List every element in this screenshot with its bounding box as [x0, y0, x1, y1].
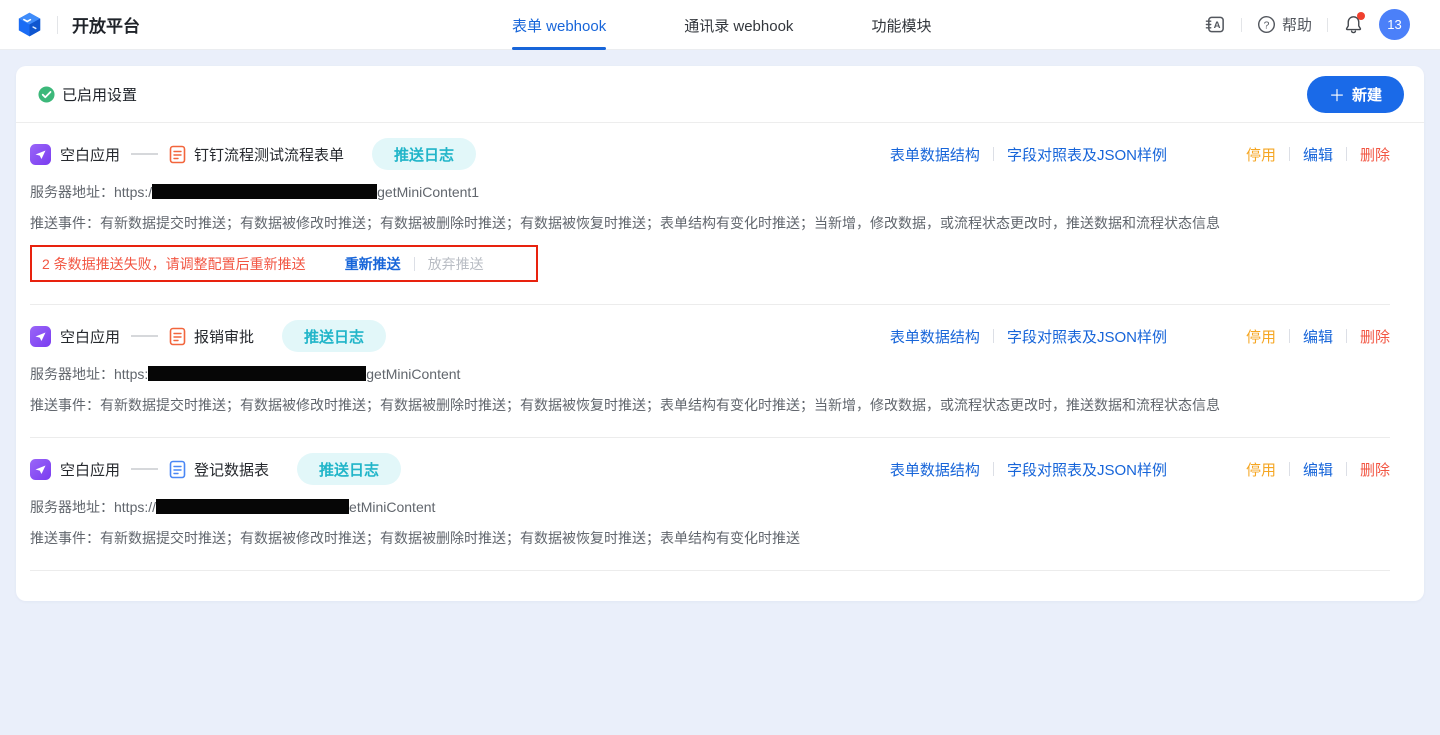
top-navigation-bar: 开放平台 表单 webhook 通讯录 webhook 功能模块 A ? 帮助	[0, 0, 1440, 50]
delete-link[interactable]: 删除	[1360, 326, 1390, 347]
tab-function-modules[interactable]: 功能模块	[871, 0, 931, 50]
app-icon	[30, 459, 51, 480]
redacted-url-bar	[148, 366, 366, 381]
retry-push-link[interactable]: 重新推送	[345, 254, 401, 274]
push-failure-message: 2 条数据推送失败，请调整配置后重新推送	[42, 254, 306, 274]
disable-link[interactable]: 停用	[1246, 459, 1276, 480]
disable-link[interactable]: 停用	[1246, 326, 1276, 347]
help-label: 帮助	[1282, 14, 1312, 35]
svg-text:A: A	[1214, 20, 1221, 31]
redacted-url-bar	[152, 184, 377, 199]
field-mapping-json-link[interactable]: 字段对照表及JSON样例	[1007, 144, 1167, 165]
disable-link[interactable]: 停用	[1246, 144, 1276, 165]
action-divider	[1346, 147, 1347, 161]
process-form-icon	[169, 327, 186, 346]
link-divider	[993, 462, 994, 476]
field-mapping-json-link[interactable]: 字段对照表及JSON样例	[1007, 326, 1167, 347]
help-button[interactable]: ? 帮助	[1257, 14, 1312, 35]
page-title: 开放平台	[72, 12, 140, 37]
push-failure-alert: 2 条数据推送失败，请调整配置后重新推送 重新推送 放弃推送	[30, 245, 538, 282]
connector-line	[131, 468, 158, 470]
tab-label: 表单 webhook	[512, 15, 606, 36]
enabled-settings-card: 已启用设置 ＋ 新建	[16, 66, 1424, 601]
push-log-button[interactable]: 推送日志	[372, 138, 476, 170]
form-name: 钉钉流程测试流程表单	[194, 144, 344, 165]
process-form-icon	[169, 145, 186, 164]
app-name: 空白应用	[60, 459, 120, 480]
link-divider	[993, 329, 994, 343]
topbar-actions: A ? 帮助 13	[1205, 9, 1410, 40]
edit-link[interactable]: 编辑	[1303, 326, 1333, 347]
server-address-prefix: 服务器地址：https:	[30, 366, 148, 382]
server-address-row: 服务器地址：https: getMiniContent	[30, 364, 1390, 384]
form-data-structure-link[interactable]: 表单数据结构	[890, 326, 980, 347]
app-name: 空白应用	[60, 326, 120, 347]
delete-link[interactable]: 删除	[1360, 459, 1390, 480]
server-address-suffix: etMiniContent	[349, 499, 435, 515]
server-address-row: 服务器地址：https:/ getMiniContent1	[30, 182, 1390, 202]
action-divider	[1289, 329, 1290, 343]
avatar-badge[interactable]: 13	[1379, 9, 1410, 40]
webhook-entry: 空白应用 钉钉流程测试流程表单 推送日志 表单数据结构	[30, 123, 1390, 305]
redacted-url-bar	[156, 499, 349, 514]
create-new-button[interactable]: ＋ 新建	[1307, 76, 1404, 113]
notification-dot	[1357, 12, 1365, 20]
panel-title: 已启用设置	[62, 84, 137, 105]
push-events-row: 推送事件：有新数据提交时推送；有数据被修改时推送；有数据被删除时推送；有数据被恢…	[30, 395, 1390, 415]
action-divider	[1346, 462, 1347, 476]
delete-link[interactable]: 删除	[1360, 144, 1390, 165]
push-log-button[interactable]: 推送日志	[282, 320, 386, 352]
server-address-prefix: 服务器地址：https:/	[30, 184, 152, 200]
tab-label: 通讯录 webhook	[684, 15, 793, 36]
topbar-divider	[1241, 18, 1242, 32]
field-mapping-json-link[interactable]: 字段对照表及JSON样例	[1007, 459, 1167, 480]
create-new-label: 新建	[1352, 84, 1382, 105]
tab-label: 功能模块	[871, 15, 931, 36]
connector-line	[131, 335, 158, 337]
translate-icon[interactable]: A	[1205, 14, 1226, 35]
alert-divider	[414, 257, 415, 271]
form-data-structure-link[interactable]: 表单数据结构	[890, 459, 980, 480]
svg-text:?: ?	[1264, 20, 1270, 31]
app-name: 空白应用	[60, 144, 120, 165]
brand: 开放平台	[16, 11, 140, 38]
form-data-structure-link[interactable]: 表单数据结构	[890, 144, 980, 165]
app-icon	[30, 326, 51, 347]
push-events-row: 推送事件：有新数据提交时推送；有数据被修改时推送；有数据被删除时推送；有数据被恢…	[30, 213, 1390, 233]
topbar-divider	[1327, 18, 1328, 32]
link-divider	[993, 147, 994, 161]
webhook-entry: 空白应用 登记数据表 推送日志 表单数据结构	[30, 438, 1390, 571]
push-log-button[interactable]: 推送日志	[297, 453, 401, 485]
edit-link[interactable]: 编辑	[1303, 459, 1333, 480]
abandon-push-link[interactable]: 放弃推送	[428, 254, 484, 274]
form-name: 报销审批	[194, 326, 254, 347]
enabled-check-icon	[38, 86, 55, 103]
action-divider	[1289, 462, 1290, 476]
form-name: 登记数据表	[194, 459, 269, 480]
cube-logo-icon	[16, 11, 43, 38]
tab-form-webhook[interactable]: 表单 webhook	[512, 0, 606, 50]
server-address-row: 服务器地址：https:// etMiniContent	[30, 497, 1390, 517]
server-address-suffix: getMiniContent	[366, 366, 460, 382]
data-table-icon	[169, 460, 186, 479]
page-body: 已启用设置 ＋ 新建	[0, 50, 1440, 617]
app-icon	[30, 144, 51, 165]
primary-tabs: 表单 webhook 通讯录 webhook 功能模块	[512, 0, 931, 50]
plus-icon: ＋	[1329, 82, 1345, 106]
action-divider	[1289, 147, 1290, 161]
server-address-suffix: getMiniContent1	[377, 184, 479, 200]
brand-divider	[57, 16, 58, 34]
webhook-entry: 空白应用 报销审批 推送日志 表单数据结构	[30, 305, 1390, 438]
question-icon: ?	[1257, 15, 1276, 34]
notification-bell-icon[interactable]	[1343, 14, 1364, 35]
webhook-entry-list: 空白应用 钉钉流程测试流程表单 推送日志 表单数据结构	[16, 123, 1424, 581]
connector-line	[131, 153, 158, 155]
tab-contacts-webhook[interactable]: 通讯录 webhook	[684, 0, 793, 50]
server-address-prefix: 服务器地址：https://	[30, 499, 156, 515]
edit-link[interactable]: 编辑	[1303, 144, 1333, 165]
push-events-row: 推送事件：有新数据提交时推送；有数据被修改时推送；有数据被删除时推送；有数据被恢…	[30, 528, 1390, 548]
avatar-count: 13	[1387, 17, 1401, 32]
action-divider	[1346, 329, 1347, 343]
card-header: 已启用设置 ＋ 新建	[16, 66, 1424, 123]
